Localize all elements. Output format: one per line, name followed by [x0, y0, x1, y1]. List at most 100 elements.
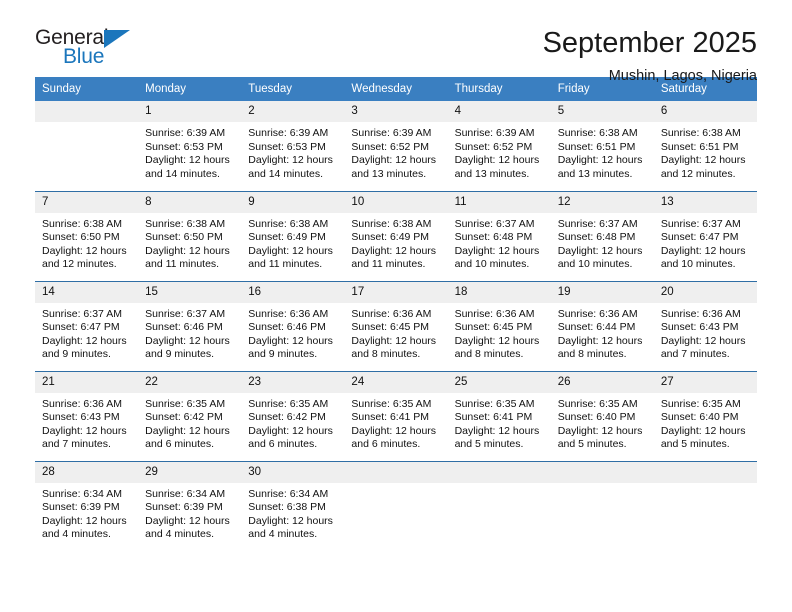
- calendar-day-cell[interactable]: 30 Sunrise: 6:34 AM Sunset: 6:38 PM Dayligh…: [241, 460, 345, 551]
- sunrise-text: Sunrise: 6:35 AM: [660, 397, 741, 410]
- calendar-day-cell[interactable]: 24 Sunrise: 6:35 AM Sunset: 6:41 PM Dayligh…: [344, 370, 448, 461]
- calendar-day-cell-empty: [447, 460, 551, 551]
- sunrise-text: Sunrise: 6:37 AM: [454, 217, 535, 230]
- day-number: 2: [241, 101, 345, 122]
- calendar-day-cell[interactable]: 18 Sunrise: 6:36 AM Sunset: 6:45 PM Dayligh…: [447, 280, 551, 371]
- sunrise-text: Sunrise: 6:38 AM: [557, 127, 638, 139]
- day-number: 12: [550, 191, 654, 213]
- sunrise-text: Sunrise: 6:37 AM: [145, 307, 226, 320]
- daylight-text-line2: and 4 minutes.: [145, 528, 215, 541]
- day-details: Sunrise: 6:37 AM Sunset: 6:48 PM Daylight:…: [551, 213, 654, 272]
- calendar-day-cell[interactable]: 20 Sunrise: 6:36 AM Sunset: 6:43 PM Dayligh…: [653, 280, 757, 371]
- calendar-body: 1 Sunrise: 6:39 AM Sunset: 6:53 PM Daylight…: [35, 101, 757, 551]
- calendar-day-cell[interactable]: 11 Sunrise: 6:37 AM Sunset: 6:48 PM Dayligh…: [447, 190, 551, 281]
- day-details: Sunrise: 6:37 AM Sunset: 6:46 PM Daylight:…: [138, 303, 241, 362]
- calendar-day-cell[interactable]: 4 Sunrise: 6:39 AM Sunset: 6:52 PM Daylight…: [447, 101, 551, 191]
- day-number: 1: [138, 101, 242, 122]
- day-details: Sunrise: 6:39 AM Sunset: 6:52 PM Daylight:…: [448, 122, 551, 181]
- day-number: 30: [241, 461, 345, 483]
- calendar-day-cell[interactable]: 10 Sunrise: 6:38 AM Sunset: 6:49 PM Dayligh…: [344, 190, 448, 281]
- calendar-day-cell[interactable]: 25 Sunrise: 6:35 AM Sunset: 6:41 PM Dayligh…: [447, 370, 551, 461]
- calendar-day-cell[interactable]: 17 Sunrise: 6:36 AM Sunset: 6:45 PM Dayligh…: [344, 280, 448, 371]
- day-number: 15: [138, 281, 242, 303]
- daylight-text-line2: and 8 minutes.: [351, 348, 421, 361]
- sunset-text: Sunset: 6:51 PM: [660, 140, 739, 153]
- sunrise-text: Sunrise: 6:35 AM: [248, 397, 329, 410]
- calendar-day-cell[interactable]: 12 Sunrise: 6:37 AM Sunset: 6:48 PM Dayligh…: [550, 190, 654, 281]
- daylight-text-line1: Daylight: 12 hours: [351, 154, 437, 167]
- daylight-text-line2: and 6 minutes.: [145, 438, 215, 451]
- calendar-day-cell[interactable]: 9 Sunrise: 6:38 AM Sunset: 6:49 PM Daylight…: [241, 190, 345, 281]
- sunset-text: Sunset: 6:49 PM: [351, 231, 430, 244]
- sunrise-text: Sunrise: 6:35 AM: [557, 397, 638, 410]
- day-number: 9: [241, 191, 345, 213]
- day-number: 28: [35, 461, 139, 483]
- daylight-text-line2: and 8 minutes.: [454, 348, 524, 361]
- day-details: Sunrise: 6:37 AM Sunset: 6:48 PM Daylight:…: [448, 213, 551, 272]
- calendar-day-cell[interactable]: 26 Sunrise: 6:35 AM Sunset: 6:40 PM Dayligh…: [550, 370, 654, 461]
- daylight-text-line2: and 10 minutes.: [660, 258, 736, 271]
- day-number: 10: [344, 191, 448, 213]
- calendar-day-cell[interactable]: 3 Sunrise: 6:39 AM Sunset: 6:52 PM Daylight…: [344, 101, 448, 191]
- daylight-text-line2: and 4 minutes.: [248, 528, 318, 541]
- day-details: Sunrise: 6:38 AM Sunset: 6:51 PM Daylight:…: [654, 122, 757, 181]
- calendar-day-cell[interactable]: 22 Sunrise: 6:35 AM Sunset: 6:42 PM Dayligh…: [138, 370, 242, 461]
- daylight-text-line1: Daylight: 12 hours: [660, 154, 746, 167]
- day-details: Sunrise: 6:36 AM Sunset: 6:44 PM Daylight:…: [551, 303, 654, 362]
- day-details: Sunrise: 6:35 AM Sunset: 6:41 PM Daylight:…: [344, 393, 447, 452]
- day-details: Sunrise: 6:37 AM Sunset: 6:47 PM Daylight:…: [35, 303, 138, 362]
- sunset-text: Sunset: 6:40 PM: [557, 411, 636, 424]
- weekday-header-tuesday: Tuesday: [241, 77, 345, 101]
- calendar-day-cell[interactable]: 14 Sunrise: 6:37 AM Sunset: 6:47 PM Dayligh…: [35, 280, 139, 371]
- sunset-text: Sunset: 6:38 PM: [248, 501, 326, 514]
- general-blue-logo[interactable]: General Blue: [35, 26, 155, 72]
- sunset-text: Sunset: 6:52 PM: [454, 140, 533, 153]
- day-number: 26: [550, 371, 654, 393]
- calendar-day-cell[interactable]: 1 Sunrise: 6:39 AM Sunset: 6:53 PM Daylight…: [138, 101, 242, 191]
- page-title: September 2025: [542, 27, 757, 59]
- daylight-text-line1: Daylight: 12 hours: [454, 244, 540, 257]
- calendar-day-cell[interactable]: 21 Sunrise: 6:36 AM Sunset: 6:43 PM Dayligh…: [35, 370, 139, 461]
- calendar-day-cell[interactable]: 5 Sunrise: 6:38 AM Sunset: 6:51 PM Daylight…: [550, 101, 654, 191]
- calendar-day-cell[interactable]: 6 Sunrise: 6:38 AM Sunset: 6:51 PM Daylight…: [653, 101, 757, 191]
- sunset-text: Sunset: 6:43 PM: [42, 411, 120, 424]
- day-number: [344, 461, 448, 483]
- day-details: Sunrise: 6:36 AM Sunset: 6:43 PM Daylight:…: [35, 393, 138, 452]
- calendar-day-cell-empty: [344, 460, 448, 551]
- calendar-day-cell[interactable]: 19 Sunrise: 6:36 AM Sunset: 6:44 PM Dayligh…: [550, 280, 654, 371]
- daylight-text-line2: and 9 minutes.: [145, 348, 215, 361]
- day-number: 18: [447, 281, 551, 303]
- sunrise-text: Sunrise: 6:38 AM: [351, 217, 432, 230]
- calendar-day-cell[interactable]: 7 Sunrise: 6:38 AM Sunset: 6:50 PM Daylight…: [35, 190, 139, 281]
- daylight-text-line1: Daylight: 12 hours: [42, 244, 127, 257]
- sunrise-text: Sunrise: 6:35 AM: [145, 397, 226, 410]
- calendar-day-cell-empty: [550, 460, 654, 551]
- sunrise-text: Sunrise: 6:34 AM: [248, 487, 329, 500]
- calendar-day-cell[interactable]: 16 Sunrise: 6:36 AM Sunset: 6:46 PM Dayligh…: [241, 280, 345, 371]
- weekday-header-thursday: Thursday: [447, 77, 551, 101]
- day-number: 17: [344, 281, 448, 303]
- weekday-header-monday: Monday: [138, 77, 242, 101]
- daylight-text-line2: and 14 minutes.: [145, 167, 220, 180]
- calendar-week-row: 28 Sunrise: 6:34 AM Sunset: 6:39 PM Dayligh…: [35, 460, 757, 551]
- calendar-day-cell[interactable]: 8 Sunrise: 6:38 AM Sunset: 6:50 PM Daylight…: [138, 190, 242, 281]
- day-number: [653, 461, 757, 483]
- sunset-text: Sunset: 6:50 PM: [42, 231, 120, 244]
- calendar-day-cell[interactable]: 13 Sunrise: 6:37 AM Sunset: 6:47 PM Dayligh…: [653, 190, 757, 281]
- calendar-day-cell[interactable]: 15 Sunrise: 6:37 AM Sunset: 6:46 PM Dayligh…: [138, 280, 242, 371]
- calendar-day-cell[interactable]: 29 Sunrise: 6:34 AM Sunset: 6:39 PM Dayligh…: [138, 460, 242, 551]
- calendar-day-cell[interactable]: 27 Sunrise: 6:35 AM Sunset: 6:40 PM Dayligh…: [653, 370, 757, 461]
- calendar-day-cell[interactable]: 28 Sunrise: 6:34 AM Sunset: 6:39 PM Dayligh…: [35, 460, 139, 551]
- daylight-text-line1: Daylight: 12 hours: [557, 154, 643, 167]
- day-details: Sunrise: 6:39 AM Sunset: 6:52 PM Daylight:…: [344, 122, 447, 181]
- day-details: Sunrise: 6:38 AM Sunset: 6:51 PM Daylight:…: [551, 122, 654, 181]
- day-details: Sunrise: 6:39 AM Sunset: 6:53 PM Daylight:…: [138, 122, 241, 181]
- day-number: 7: [35, 191, 139, 213]
- calendar-day-cell[interactable]: 2 Sunrise: 6:39 AM Sunset: 6:53 PM Daylight…: [241, 101, 345, 191]
- day-number: 24: [344, 371, 448, 393]
- day-details: Sunrise: 6:34 AM Sunset: 6:39 PM Daylight:…: [138, 483, 241, 542]
- daylight-text-line1: Daylight: 12 hours: [351, 334, 437, 347]
- daylight-text-line2: and 6 minutes.: [248, 438, 318, 451]
- calendar-day-cell[interactable]: 23 Sunrise: 6:35 AM Sunset: 6:42 PM Dayligh…: [241, 370, 345, 461]
- sunset-text: Sunset: 6:41 PM: [351, 411, 430, 424]
